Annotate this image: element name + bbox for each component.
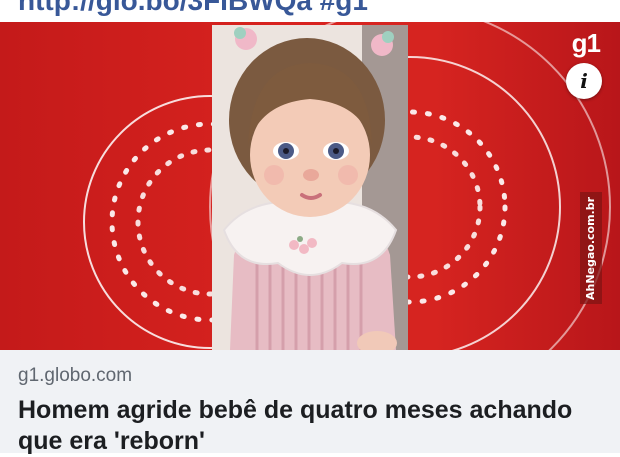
link-headline[interactable]: Homem agride bebê de quatro meses achand… — [18, 395, 608, 457]
watermark-text: AhNegao.com.br — [584, 196, 598, 300]
doll-photo — [212, 25, 408, 350]
post-link[interactable]: http://glo.bo/3FIBWQa #g1 — [18, 0, 618, 17]
link-card[interactable]: g1.globo.com Homem agride bebê de quatro… — [0, 350, 620, 455]
g1-logo: g1 — [571, 28, 601, 58]
info-icon[interactable]: i — [566, 63, 602, 99]
link-domain: g1.globo.com — [18, 365, 133, 386]
doll-illustration — [212, 25, 408, 350]
watermark: AhNegao.com.br — [580, 192, 602, 304]
link-preview-image[interactable]: g1 i AhNegao.com.br — [0, 22, 620, 350]
info-glyph: i — [580, 69, 588, 93]
